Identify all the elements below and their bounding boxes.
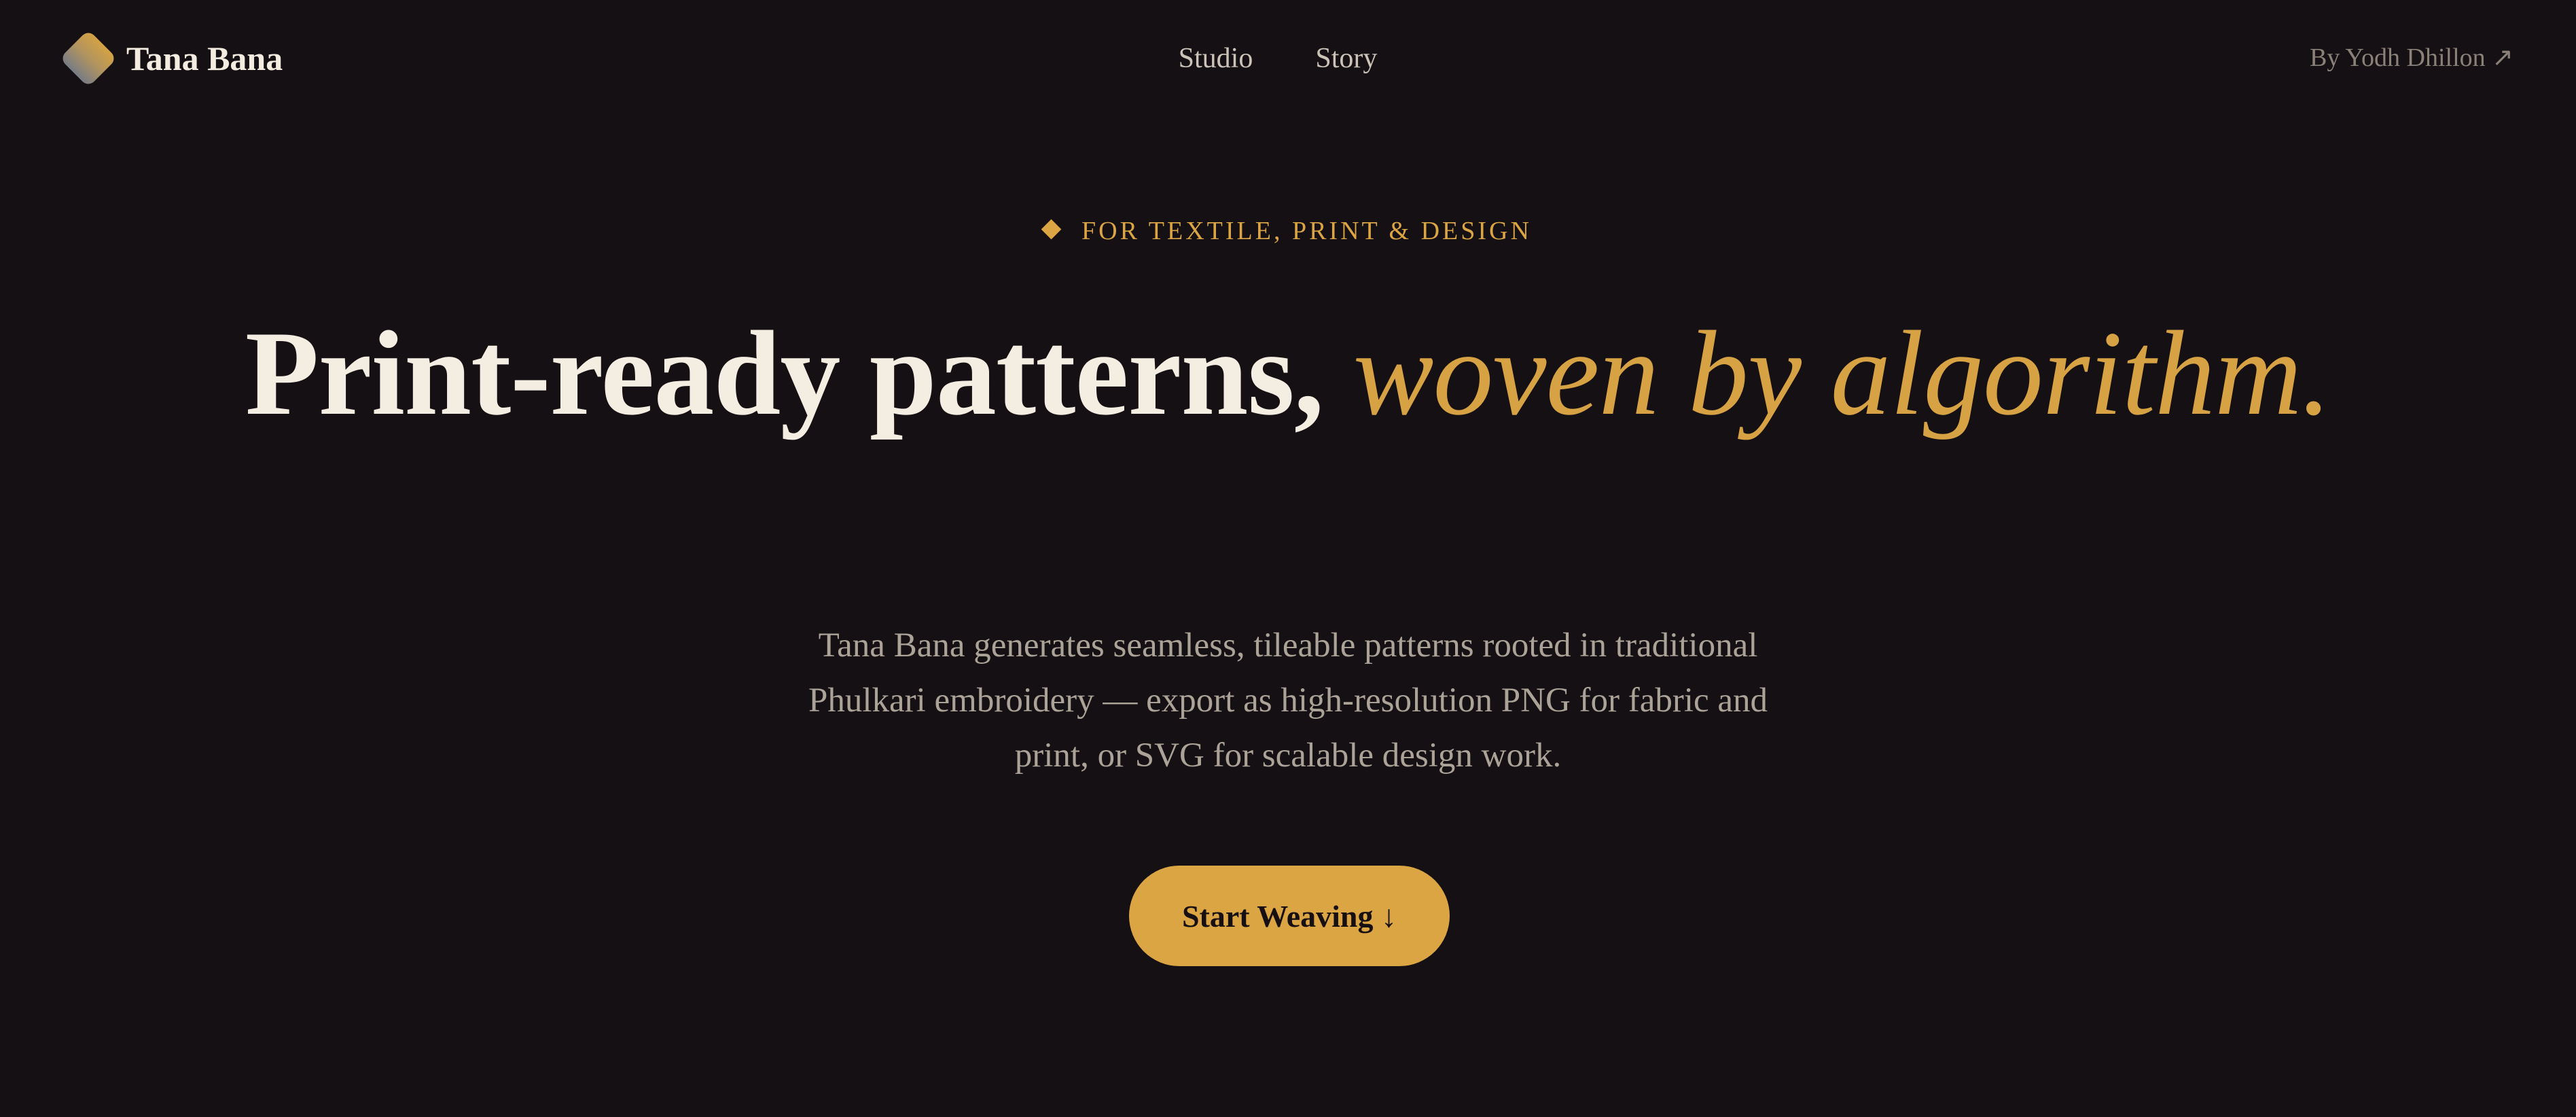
brand-name: Tana Bana xyxy=(126,39,283,77)
diamond-bullet-icon xyxy=(1041,219,1062,240)
start-weaving-button[interactable]: Start Weaving ↓ xyxy=(1129,866,1450,966)
hero-headline-accent: woven by algorithm. xyxy=(1353,306,2331,440)
author-link[interactable]: By Yodh Dhillon ↗ xyxy=(2310,41,2514,75)
brand-home-link[interactable]: Tana Bana xyxy=(59,29,283,88)
hero-eyebrow: FOR TEXTILE, PRINT & DESIGN xyxy=(0,212,2576,250)
hero-headline: Print-ready patterns, woven by algorithm… xyxy=(0,306,2576,440)
nav-link-studio[interactable]: Studio xyxy=(1179,39,1253,77)
top-navigation: Tana Bana Studio Story By Yodh Dhillon ↗ xyxy=(0,0,2576,117)
hero-headline-plain: Print-ready patterns, xyxy=(245,306,1324,440)
primary-nav: Studio Story xyxy=(0,39,2576,77)
hero-description: Tana Bana generates seamless, tileable p… xyxy=(808,626,1768,775)
diamond-logo-icon xyxy=(59,29,118,88)
hero-eyebrow-text: FOR TEXTILE, PRINT & DESIGN xyxy=(1081,217,1532,245)
nav-link-story[interactable]: Story xyxy=(1315,39,1377,77)
